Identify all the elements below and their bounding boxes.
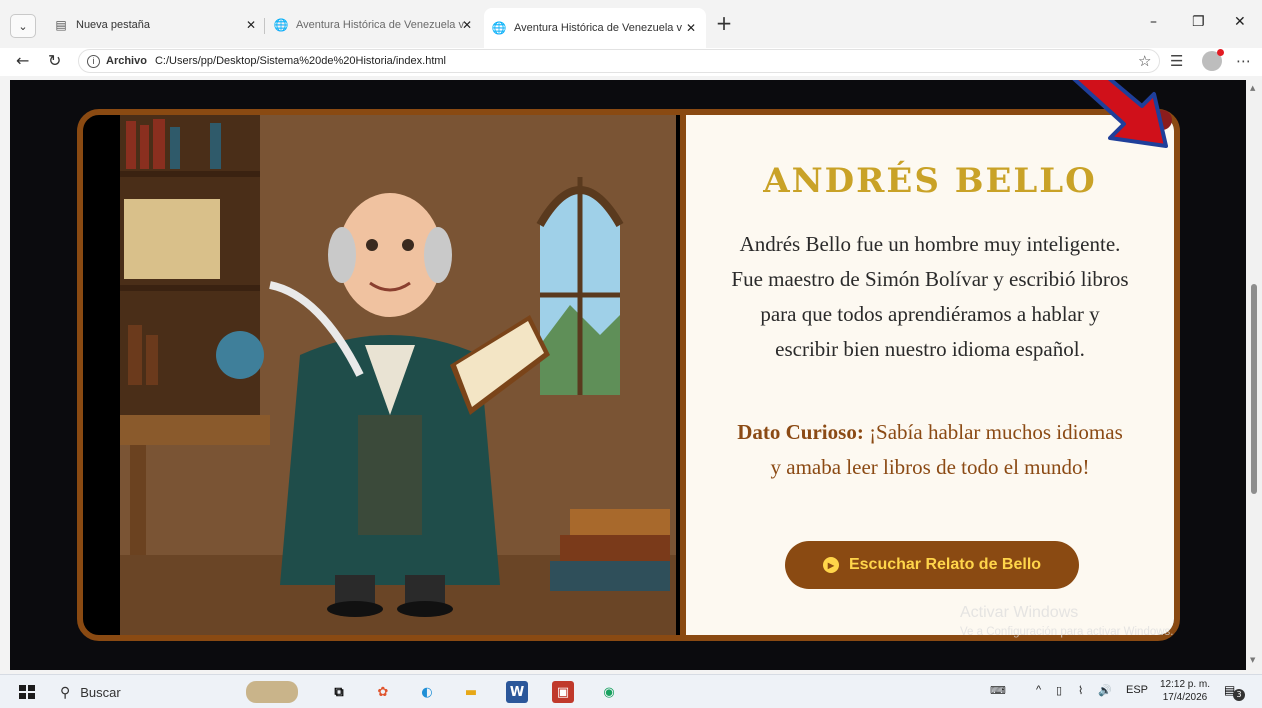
clock-time: 12:12 p. m. xyxy=(1159,679,1211,690)
windows-start-icon[interactable] xyxy=(19,685,35,699)
close-tab-icon[interactable]: ✕ xyxy=(246,18,256,32)
scroll-down-arrow-icon[interactable]: ▼ xyxy=(1250,656,1255,664)
notification-center-icon[interactable]: ▤ 3 xyxy=(1224,683,1245,701)
page-scrollbar[interactable]: ▲ ▼ xyxy=(1246,80,1262,670)
fun-fact-label: Dato Curioso: xyxy=(737,420,864,444)
fun-fact: Dato Curioso: ¡Sabía hablar muchos idiom… xyxy=(730,415,1130,485)
show-hidden-icons-icon[interactable]: ^ xyxy=(1036,684,1041,696)
tab-aventura-historica-1[interactable]: 🌐 Aventura Histórica de Venezuela v ✕ xyxy=(266,10,482,40)
new-tab-page-icon: ▤ xyxy=(55,18,67,32)
profile-avatar[interactable] xyxy=(1202,49,1224,71)
illustration-graphic xyxy=(120,115,676,635)
back-arrow-icon[interactable]: ← xyxy=(16,51,29,70)
task-view-icon[interactable]: ⧉ xyxy=(328,681,350,703)
tab-title: Aventura Histórica de Venezuela v xyxy=(514,22,682,34)
more-options-icon[interactable]: ⋯ xyxy=(1236,52,1251,70)
watermark-subtitle: Ve a Configuración para activar Windows. xyxy=(960,626,1174,638)
clock-date: 17/4/2026 xyxy=(1162,692,1208,703)
character-description: Andrés Bello fue un hombre muy inteligen… xyxy=(731,232,1129,361)
copilot-icon[interactable]: ✿ xyxy=(372,681,394,703)
character-name-heading: ANDRÉS BELLO xyxy=(763,161,1097,201)
listen-story-label: Escuchar Relato de Bello xyxy=(848,556,1042,573)
taskbar-search-label: Buscar xyxy=(80,684,121,700)
close-tab-icon[interactable]: ✕ xyxy=(686,21,696,35)
widgets-icon[interactable] xyxy=(246,681,298,703)
info-icon[interactable]: i xyxy=(87,54,100,68)
browser-toolbar: ← ↻ i Archivo C:/Users/pp/Desktop/Sistem… xyxy=(0,48,1262,76)
listen-story-button[interactable]: ▶ Escuchar Relato de Bello xyxy=(785,541,1079,589)
red-pointer-arrow xyxy=(1072,80,1168,148)
globe-icon: 🌐 xyxy=(491,21,507,35)
url-text: C:/Users/pp/Desktop/Sistema%20de%20Histo… xyxy=(154,55,446,67)
close-window-button[interactable]: ✕ xyxy=(1234,14,1246,30)
tab-strip: ⌄ ▤ Nueva pestaña ✕ 🌐 Aventura Histórica… xyxy=(0,0,1262,48)
tab-nueva-pestana[interactable]: ▤ Nueva pestaña ✕ xyxy=(46,10,266,40)
windows-taskbar: ⚲ Buscar ⧉ ✿ ◐ ▬ W ▣ ◉ ⌨ ^ ▯ ⌇ 🔊 ESP 12:… xyxy=(0,674,1262,708)
character-card: ANDRÉS BELLO Andrés Bello fue un hombre … xyxy=(77,109,1180,641)
volume-icon[interactable]: 🔊 xyxy=(1098,684,1112,697)
address-bar[interactable]: i Archivo C:/Users/pp/Desktop/Sistema%20… xyxy=(78,49,1160,73)
minimize-button[interactable]: – xyxy=(1150,14,1157,30)
restore-button[interactable]: ❐ xyxy=(1192,14,1205,30)
globe-icon: 🌐 xyxy=(273,18,289,32)
taskbar-clock[interactable]: 12:12 p. m. 17/4/2026 xyxy=(1154,678,1216,704)
tab-title: Aventura Histórica de Venezuela v xyxy=(296,19,464,31)
file-explorer-icon[interactable]: ▬ xyxy=(460,681,482,703)
info-panel: ANDRÉS BELLO Andrés Bello fue un hombre … xyxy=(686,115,1174,635)
search-icon: ⚲ xyxy=(60,683,71,700)
network-icon[interactable]: ⌇ xyxy=(1078,684,1083,697)
tab-aventura-historica-active[interactable]: 🌐 Aventura Histórica de Venezuela v ✕ xyxy=(484,8,706,48)
word-icon[interactable]: W xyxy=(506,681,528,703)
andres-bello-illustration xyxy=(120,115,676,635)
keyboard-icon[interactable]: ⌨ xyxy=(990,684,1006,697)
scroll-up-arrow-icon[interactable]: ▲ xyxy=(1250,84,1255,92)
edge-browser-icon[interactable]: ◐ xyxy=(416,681,438,703)
tab-title: Nueva pestaña xyxy=(76,19,150,31)
favorites-list-icon[interactable]: ☰ xyxy=(1170,52,1183,70)
scrollbar-thumb[interactable] xyxy=(1251,284,1257,494)
scheme-label: Archivo xyxy=(106,55,147,67)
watermark-title: Activar Windows xyxy=(960,604,1079,621)
tab-actions-menu-button[interactable]: ⌄ xyxy=(10,14,36,38)
play-icon: ▶ xyxy=(822,557,839,573)
favorite-star-icon[interactable]: ☆ xyxy=(1138,52,1151,70)
new-tab-button[interactable]: + xyxy=(712,12,736,36)
activate-windows-watermark: Activar Windows Ve a Configuración para … xyxy=(960,604,1174,638)
close-tab-icon[interactable]: ✕ xyxy=(462,18,472,32)
image-viewer-icon[interactable]: ▣ xyxy=(552,681,574,703)
language-indicator[interactable]: ESP xyxy=(1126,684,1148,696)
page-viewport: ANDRÉS BELLO Andrés Bello fue un hombre … xyxy=(10,80,1246,670)
chrome-icon[interactable]: ◉ xyxy=(598,681,620,703)
tab-separator xyxy=(264,18,265,34)
refresh-icon[interactable]: ↻ xyxy=(48,51,61,70)
notification-badge: 3 xyxy=(1233,689,1245,701)
battery-icon[interactable]: ▯ xyxy=(1056,684,1062,697)
taskbar-search[interactable]: ⚲ Buscar xyxy=(52,680,242,704)
